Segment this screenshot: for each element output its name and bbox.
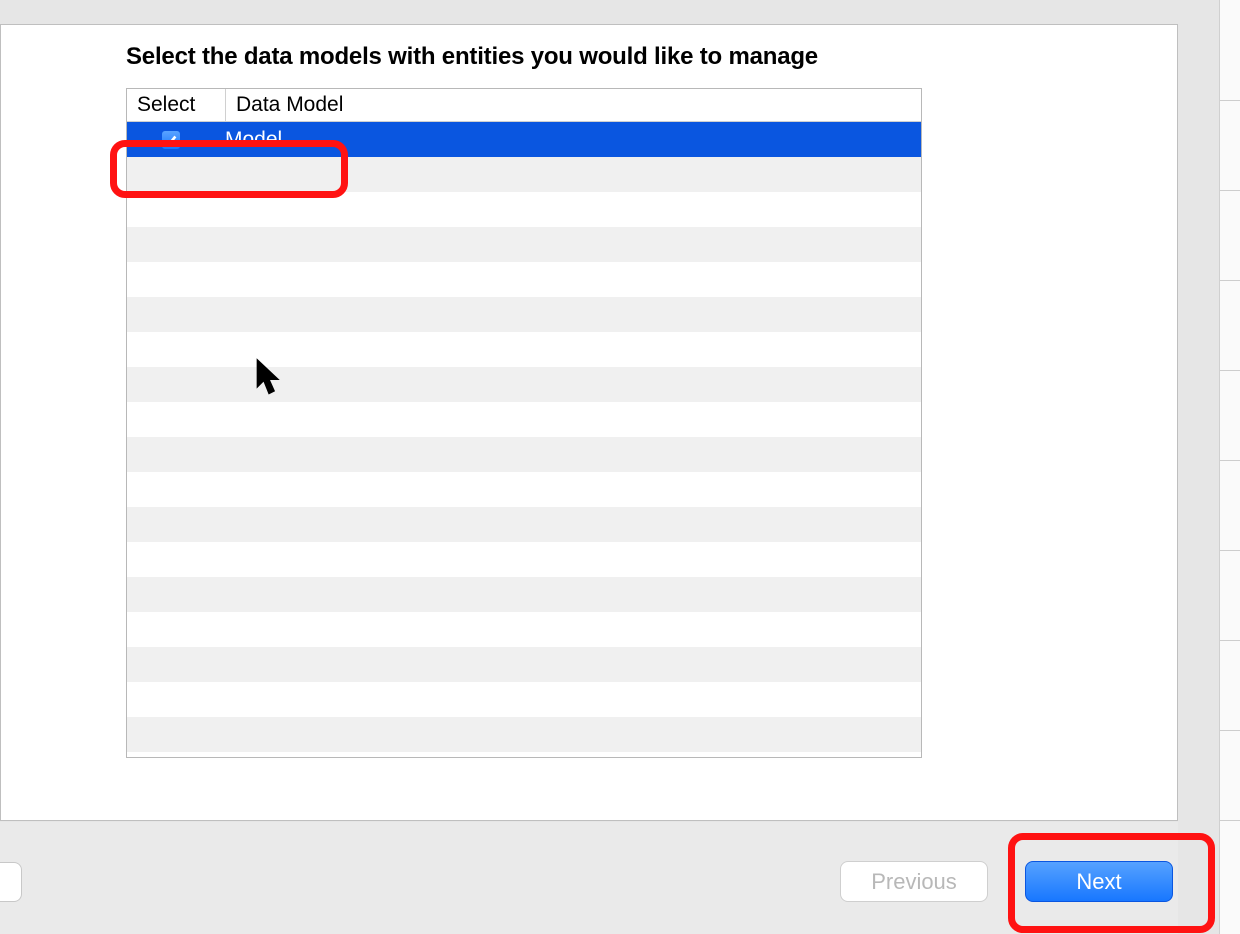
table-row-empty bbox=[127, 262, 921, 297]
table-row-empty bbox=[127, 192, 921, 227]
checkbox-checked[interactable] bbox=[161, 130, 181, 150]
row-model-name: Model bbox=[215, 128, 282, 152]
table-row-empty bbox=[127, 717, 921, 752]
table-row-empty bbox=[127, 367, 921, 402]
table-row-empty bbox=[127, 332, 921, 367]
right-rail bbox=[1219, 0, 1240, 934]
table-row-empty bbox=[127, 577, 921, 612]
table-row-empty bbox=[127, 402, 921, 437]
table-row-empty bbox=[127, 682, 921, 717]
table-row-empty bbox=[127, 612, 921, 647]
table-row-empty bbox=[127, 542, 921, 577]
table-row-empty bbox=[127, 437, 921, 472]
footer-bar bbox=[0, 822, 1178, 934]
page-title: Select the data models with entities you… bbox=[126, 43, 818, 71]
table-row-empty bbox=[127, 157, 921, 192]
column-header-data-model[interactable]: Data Model bbox=[226, 89, 343, 121]
truncated-field bbox=[0, 862, 22, 902]
next-button[interactable]: Next bbox=[1025, 861, 1173, 902]
previous-button: Previous bbox=[840, 861, 988, 902]
table-row-empty bbox=[127, 472, 921, 507]
column-header-select[interactable]: Select bbox=[127, 89, 226, 121]
table-row-empty bbox=[127, 507, 921, 542]
table-row-empty bbox=[127, 647, 921, 682]
table-row-empty bbox=[127, 297, 921, 332]
table-header-row: Select Data Model bbox=[127, 89, 921, 122]
data-model-table: Select Data Model Model bbox=[126, 88, 922, 758]
row-select-cell[interactable] bbox=[127, 130, 215, 150]
table-row-empty bbox=[127, 227, 921, 262]
table-row[interactable]: Model bbox=[127, 122, 921, 157]
